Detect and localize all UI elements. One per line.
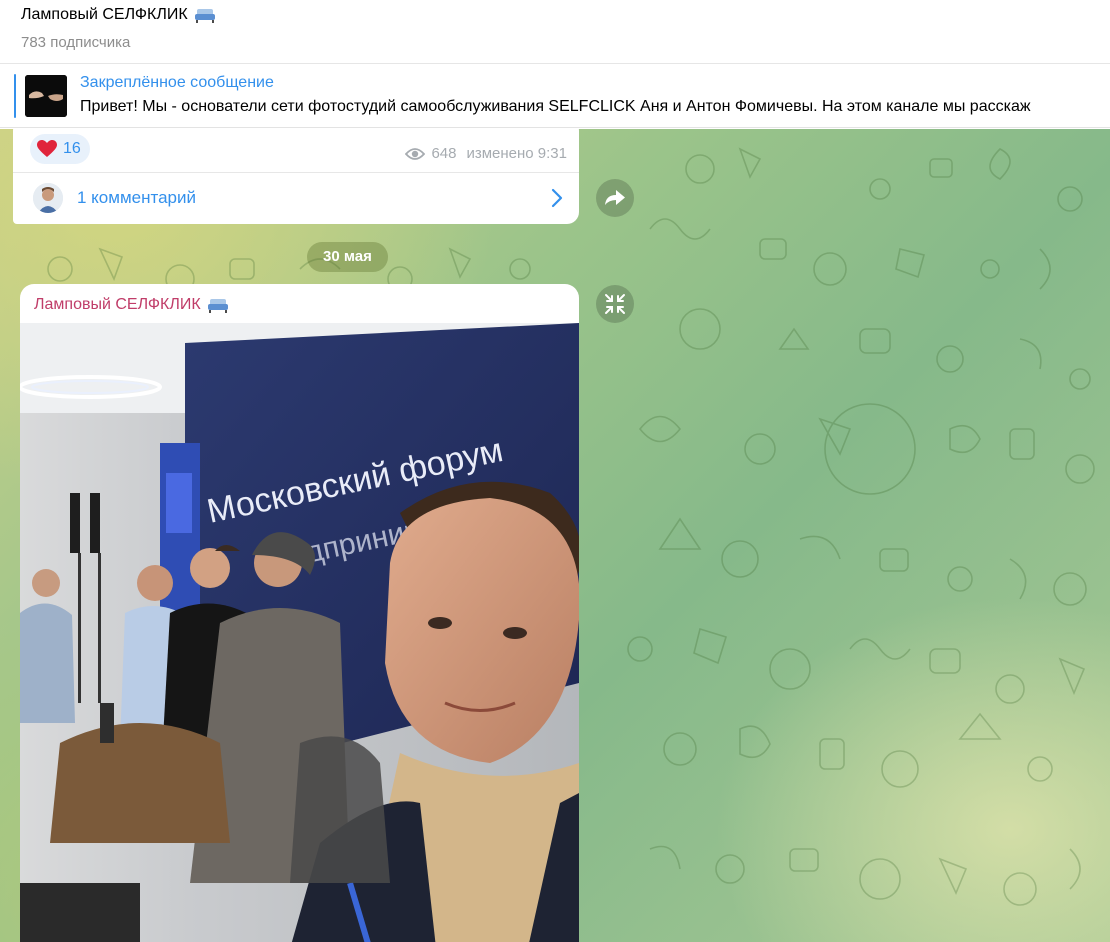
pinned-indicator [14,74,16,118]
post-author-name: Ламповый СЕЛФКЛИК [34,296,201,313]
comments-label: 1 комментарий [77,188,196,207]
eye-icon [405,147,426,160]
channel-name: Ламповый СЕЛФКЛИК [21,6,188,23]
pinned-text: Привет! Мы - основатели сети фотостудий … [80,98,1031,115]
channel-title[interactable]: Ламповый СЕЛФКЛИК [21,6,216,24]
pinned-title: Закреплённое сообщение [80,74,274,91]
reaction-count: 16 [63,140,81,157]
chevron-right-icon [551,188,563,208]
sofa-icon [194,9,215,23]
collapse-button[interactable] [596,285,634,323]
share-button[interactable] [596,179,634,217]
collapse-icon [605,294,625,314]
pinned-message-bar[interactable]: Закреплённое сообщение Привет! Мы - осно… [0,65,1110,128]
chat-header[interactable]: Ламповый СЕЛФКЛИК 783 подписчика [0,0,1110,64]
post-photo[interactable]: Московский форум предпринимата [20,323,579,942]
sofa-icon [207,299,228,313]
previous-message-bubble[interactable]: 16 648 изменено 9:31 1 комментарий [13,129,579,224]
post-author[interactable]: Ламповый СЕЛФКЛИК [34,296,229,314]
share-icon [605,190,625,205]
view-count: 648 [431,145,457,162]
comments-button[interactable]: 1 комментарий [13,172,579,224]
message-meta: 648 изменено 9:31 [405,145,567,162]
commenter-avatar [33,183,63,213]
subscriber-count: 783 подписчика [21,34,131,51]
chat-area[interactable]: 16 648 изменено 9:31 1 комментарий 30 ма… [0,129,1110,942]
date-separator: 30 мая [307,242,388,272]
pinned-thumbnail [25,75,67,117]
reaction-heart[interactable]: 16 [30,134,90,164]
channel-post[interactable]: Ламповый СЕЛФКЛИК Московский форум предп… [20,284,579,942]
heart-icon [37,140,57,157]
edited-time: изменено 9:31 [466,145,567,162]
